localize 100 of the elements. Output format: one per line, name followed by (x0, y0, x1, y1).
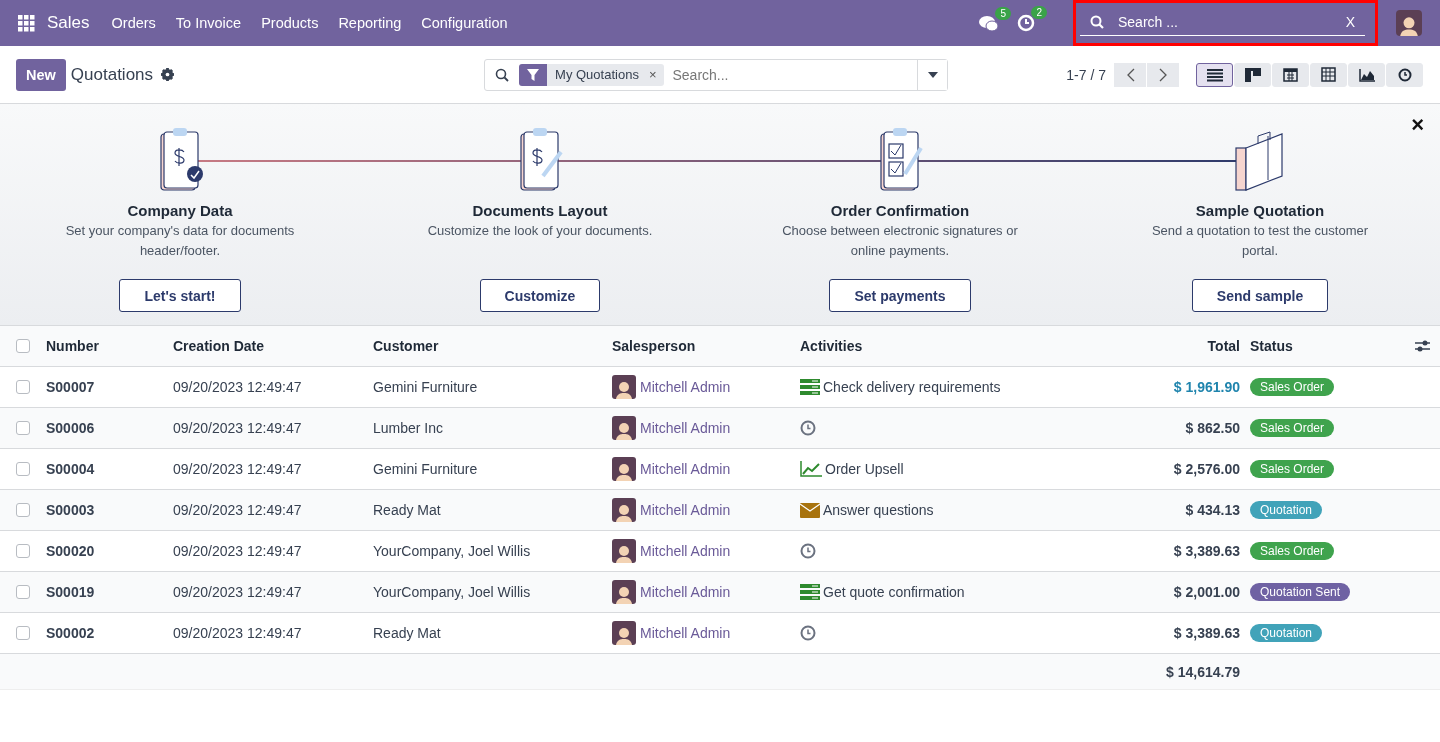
order-total: $ 1,961.90 (1172, 379, 1241, 395)
status-tag: Quotation (1250, 501, 1323, 519)
page-title: Quotations (70, 64, 154, 85)
app-name[interactable]: Sales (47, 13, 90, 33)
filter-icon (519, 63, 548, 86)
table-row[interactable]: S00019 09/20/2023 12:49:47 YourCompany, Joel Willis Mitchell Admin Get quote confirmation $ 2,001.00 Quotation Sent (0, 572, 1440, 613)
step-description: Send a quotation to test the customer portal. (1150, 222, 1370, 260)
salesperson-link[interactable]: Mitchell Admin (640, 379, 731, 395)
order-number: S00006 (46, 420, 96, 436)
clear-button[interactable]: X (1345, 13, 1355, 30)
status-tag: Sales Order (1250, 378, 1335, 396)
customer-name: Lumber Inc (373, 420, 445, 436)
order-number: S00007 (46, 379, 96, 395)
calendar-view-icon (1283, 67, 1298, 82)
row-checkbox[interactable] (16, 421, 30, 435)
step-title: Order Confirmation (830, 202, 970, 219)
clock-icon (800, 420, 816, 436)
menu-item[interactable]: Reporting (338, 15, 402, 31)
step-description: Choose between electronic signatures or online payments. (781, 222, 1019, 260)
trend-chart-icon (800, 461, 822, 477)
creation-date: 09/20/2023 12:49:47 (173, 379, 303, 395)
apps-grid-icon[interactable] (18, 14, 35, 32)
menu-item[interactable]: Orders (111, 15, 156, 31)
activity-summary: Get quote confirmation (823, 584, 965, 600)
salesperson-link[interactable]: Mitchell Admin (640, 584, 731, 600)
list-view-icon (1206, 67, 1223, 82)
status-tag: Sales Order (1250, 542, 1335, 560)
salesperson-link[interactable]: Mitchell Admin (640, 461, 731, 477)
status-tag: Sales Order (1250, 419, 1335, 437)
clock-icon[interactable] (1017, 14, 1035, 32)
search-icon (495, 67, 510, 82)
settings-icon[interactable] (161, 68, 175, 81)
column-header[interactable]: Customer (373, 338, 612, 354)
view-switch-button[interactable] (1196, 62, 1233, 87)
close-button[interactable]: × (1411, 114, 1424, 136)
creation-date: 09/20/2023 12:49:47 (173, 502, 303, 518)
creation-date: 09/20/2023 12:49:47 (173, 420, 303, 436)
column-header[interactable]: Number (46, 338, 173, 354)
filter-facet[interactable]: My Quotations × (547, 63, 665, 86)
activity-summary: Check delivery requirements (823, 379, 1001, 395)
chat-bubbles-icon[interactable] (979, 14, 999, 32)
column-header[interactable]: Status (1250, 338, 1293, 354)
search-field[interactable]: Search ... X (1080, 8, 1365, 36)
dropdown-toggle[interactable] (917, 59, 948, 90)
row-checkbox[interactable] (16, 626, 30, 640)
remove-facet-button[interactable]: × (648, 67, 657, 82)
row-checkbox[interactable] (16, 503, 30, 517)
customer-name: Gemini Furniture (373, 461, 479, 477)
column-header[interactable]: Salesperson (612, 338, 800, 354)
row-checkbox[interactable] (16, 380, 30, 394)
column-header[interactable]: Activities (800, 338, 1100, 354)
facet-label: My Quotations (555, 67, 639, 82)
customer-name: Ready Mat (373, 502, 442, 518)
step-description: Set your company's data for documents header/footer. (64, 222, 296, 260)
step-button[interactable]: Set payments (829, 279, 971, 312)
customer-name: YourCompany, Joel Willis (373, 543, 532, 559)
kanban-view-icon (1244, 67, 1261, 82)
step-description: Customize the look of your documents. (427, 222, 653, 240)
order-total: $ 862.50 (1184, 420, 1241, 436)
table-row[interactable]: S00006 09/20/2023 12:49:47 Lumber Inc Mitchell Admin $ 862.50 Sales Order (0, 408, 1440, 449)
user-avatar[interactable] (1396, 10, 1422, 36)
order-total: $ 434.13 (1184, 502, 1241, 518)
row-checkbox[interactable] (16, 585, 30, 599)
activity-summary: Answer questions (823, 502, 934, 518)
task-list-icon (800, 584, 820, 600)
step-button[interactable]: Customize (479, 279, 601, 312)
order-total: $ 2,576.00 (1172, 461, 1241, 477)
message-count: 5 (995, 6, 1011, 20)
sliders-icon[interactable] (1415, 339, 1430, 353)
pager-value[interactable]: 1-7 / 7 (1066, 66, 1106, 83)
step-button[interactable]: Send sample (1191, 279, 1329, 312)
salesperson-link[interactable]: Mitchell Admin (640, 420, 731, 436)
search-field[interactable]: My Quotations × Search... (484, 58, 949, 91)
order-number: S00003 (46, 502, 96, 518)
new-button[interactable]: New (16, 58, 66, 91)
row-checkbox[interactable] (16, 462, 30, 476)
salesperson-link[interactable]: Mitchell Admin (640, 625, 731, 641)
menu-item[interactable]: Configuration (421, 15, 508, 31)
activity-summary: Order Upsell (825, 461, 904, 477)
creation-date: 09/20/2023 12:49:47 (173, 543, 303, 559)
salesperson-link[interactable]: Mitchell Admin (640, 502, 731, 518)
status-tag: Sales Order (1250, 460, 1335, 478)
column-header[interactable]: Total (1100, 338, 1250, 354)
clock-icon (800, 543, 816, 559)
table-row[interactable]: S00003 09/20/2023 12:49:47 Ready Mat Mitchell Admin Answer questions $ 434.13 Quotation (0, 490, 1440, 531)
step-title: Company Data (127, 202, 233, 219)
status-tag: Quotation Sent (1250, 583, 1351, 601)
menu-item[interactable]: To Invoice (175, 15, 242, 31)
order-total: $ 3,389.63 (1172, 543, 1241, 559)
menu-item[interactable]: Products (261, 15, 319, 31)
salesperson-link[interactable]: Mitchell Admin (640, 543, 731, 559)
row-checkbox[interactable] (16, 544, 30, 558)
step-button[interactable]: Let's start! (119, 279, 241, 312)
search-icon (1090, 14, 1104, 29)
column-header[interactable]: Creation Date (173, 338, 373, 354)
step-title: Documents Layout (472, 202, 608, 219)
select-all-checkbox[interactable] (16, 339, 30, 353)
customer-name: YourCompany, Joel Willis (373, 584, 532, 600)
creation-date: 09/20/2023 12:49:47 (173, 461, 303, 477)
grand-total: $ 14,614.79 (1165, 663, 1241, 680)
